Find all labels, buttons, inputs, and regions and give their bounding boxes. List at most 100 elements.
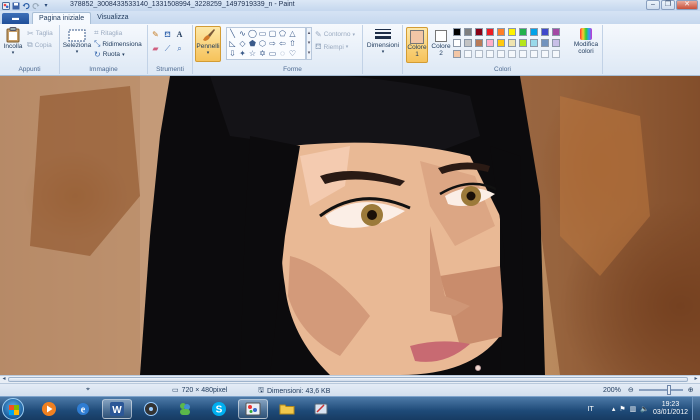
text-icon[interactable]: A <box>175 30 184 39</box>
customize-qat-icon[interactable]: ▾ <box>42 2 50 10</box>
palette-swatch[interactable] <box>541 50 549 58</box>
size-button[interactable]: Dimensioni ▾ <box>367 28 399 55</box>
fill-bucket-icon[interactable]: ⛾ <box>163 30 172 39</box>
taskbar-paint[interactable] <box>238 399 268 419</box>
palette-swatch[interactable] <box>508 28 516 36</box>
taskbar-word[interactable]: W <box>102 399 132 419</box>
palette-swatch[interactable] <box>497 39 505 47</box>
taskbar-explorer[interactable] <box>272 399 302 419</box>
show-desktop-button[interactable] <box>692 397 700 420</box>
brushes-button[interactable]: Pennelli ▾ <box>195 26 221 62</box>
eraser-icon[interactable]: ▰ <box>151 44 160 53</box>
canvas-resize-handle[interactable] <box>475 365 481 371</box>
canvas-viewport[interactable] <box>0 76 700 375</box>
palette-swatch[interactable] <box>486 50 494 58</box>
zoom-in-icon[interactable]: ⊕ <box>688 386 694 394</box>
polygon-shape-icon[interactable]: ⬠ <box>278 29 287 38</box>
maximize-button[interactable]: ❐ <box>661 0 675 10</box>
left-arrow-shape-icon[interactable]: ⇦ <box>278 39 287 48</box>
taskbar-media-player[interactable] <box>34 399 64 419</box>
up-arrow-shape-icon[interactable]: ⇧ <box>288 39 297 48</box>
palette-swatch[interactable] <box>530 39 538 47</box>
show-hidden-icons-icon[interactable]: ▴ <box>612 405 616 413</box>
line-shape-icon[interactable]: ╲ <box>228 29 237 38</box>
rotate-button[interactable]: ↻ Ruota ▾ <box>94 50 125 59</box>
horizontal-scrollbar[interactable]: ◂ ▸ <box>0 375 700 383</box>
redo-icon[interactable] <box>32 2 40 10</box>
palette-swatch[interactable] <box>475 28 483 36</box>
taskbar-skype[interactable]: S <box>204 399 234 419</box>
edit-colors-button[interactable]: Modifica colori <box>571 27 601 55</box>
pencil-icon[interactable]: ✎ <box>151 30 160 39</box>
palette-swatch[interactable] <box>453 39 461 47</box>
color-picker-icon[interactable]: ⟋ <box>163 44 172 53</box>
pentagon-shape-icon[interactable]: ⬟ <box>248 39 257 48</box>
language-indicator[interactable]: IT <box>588 406 594 413</box>
scroll-right-icon[interactable]: ▸ <box>692 376 700 383</box>
palette-swatch[interactable] <box>475 39 483 47</box>
palette-swatch[interactable] <box>486 39 494 47</box>
scroll-left-icon[interactable]: ◂ <box>0 376 8 383</box>
start-button[interactable] <box>2 398 24 420</box>
network-icon[interactable]: ▥ <box>630 405 637 413</box>
taskbar-media-center[interactable] <box>136 399 166 419</box>
clock[interactable]: 19:23 03/01/2012 <box>653 401 688 417</box>
down-arrow-shape-icon[interactable]: ⇩ <box>228 49 237 58</box>
outline-button[interactable]: ✎ Contorno ▾ <box>315 30 355 39</box>
save-icon[interactable] <box>12 2 20 10</box>
right-arrow-shape-icon[interactable]: ⇨ <box>268 39 277 48</box>
cut-button[interactable]: ✂ Taglia <box>27 29 53 38</box>
curve-shape-icon[interactable]: ∿ <box>238 29 247 38</box>
paint-menu-button[interactable]: ▬ <box>2 13 29 24</box>
palette-swatch[interactable] <box>519 28 527 36</box>
minimize-button[interactable]: – <box>646 0 660 10</box>
color2-button[interactable]: Colore 2 <box>430 27 452 63</box>
palette-swatch[interactable] <box>508 50 516 58</box>
six-point-star-shape-icon[interactable]: ✡ <box>258 49 267 58</box>
palette-swatch[interactable] <box>464 50 472 58</box>
crop-button[interactable]: ⌗ Ritaglia <box>94 28 122 38</box>
taskbar-internet-explorer[interactable]: e <box>68 399 98 419</box>
palette-swatch[interactable] <box>552 39 560 47</box>
paint-app-icon[interactable] <box>2 1 10 10</box>
callout-shape-icon[interactable]: ▭ <box>268 49 277 58</box>
palette-swatch[interactable] <box>497 50 505 58</box>
palette-swatch[interactable] <box>508 39 516 47</box>
hexagon-shape-icon[interactable]: ⬡ <box>258 39 267 48</box>
copy-button[interactable]: ⧉ Copia <box>27 40 52 50</box>
palette-swatch[interactable] <box>519 50 527 58</box>
taskbar-messenger[interactable] <box>170 399 200 419</box>
volume-icon[interactable]: 🔈 <box>640 405 649 413</box>
palette-swatch[interactable] <box>486 28 494 36</box>
palette-swatch[interactable] <box>464 39 472 47</box>
undo-icon[interactable] <box>22 2 30 10</box>
scrollbar-thumb[interactable] <box>8 377 688 382</box>
palette-swatch[interactable] <box>475 50 483 58</box>
shapes-scroll[interactable]: ▴ ▾ ▾ <box>306 27 312 60</box>
paste-button[interactable]: Incolla ▾ <box>2 27 24 56</box>
drawing-canvas[interactable] <box>0 76 700 375</box>
taskbar-tools[interactable] <box>306 399 336 419</box>
right-triangle-shape-icon[interactable]: ◺ <box>228 39 237 48</box>
zoom-slider[interactable] <box>638 385 683 395</box>
tab-visualizza[interactable]: Visualizza <box>91 12 134 24</box>
palette-swatch[interactable] <box>453 28 461 36</box>
tab-pagina-iniziale[interactable]: Pagina iniziale <box>32 12 92 24</box>
palette-swatch[interactable] <box>552 50 560 58</box>
diamond-shape-icon[interactable]: ◇ <box>238 39 247 48</box>
fill-button[interactable]: ⛾ Riempi ▾ <box>315 42 348 52</box>
palette-swatch[interactable] <box>464 28 472 36</box>
action-center-icon[interactable]: ⚑ <box>619 405 625 413</box>
color1-button[interactable]: Colore 1 <box>406 27 428 63</box>
palette-swatch[interactable] <box>530 28 538 36</box>
five-point-star-shape-icon[interactable]: ☆ <box>248 49 257 58</box>
palette-swatch[interactable] <box>497 28 505 36</box>
rounded-rectangle-shape-icon[interactable]: ▢ <box>268 29 277 38</box>
palette-swatch[interactable] <box>453 50 461 58</box>
oval-callout-shape-icon[interactable]: ◌ <box>278 49 287 58</box>
palette-swatch[interactable] <box>530 50 538 58</box>
triangle-shape-icon[interactable]: △ <box>288 29 297 38</box>
palette-swatch[interactable] <box>541 28 549 36</box>
zoom-out-icon[interactable]: ⊖ <box>628 386 634 394</box>
palette-swatch[interactable] <box>519 39 527 47</box>
